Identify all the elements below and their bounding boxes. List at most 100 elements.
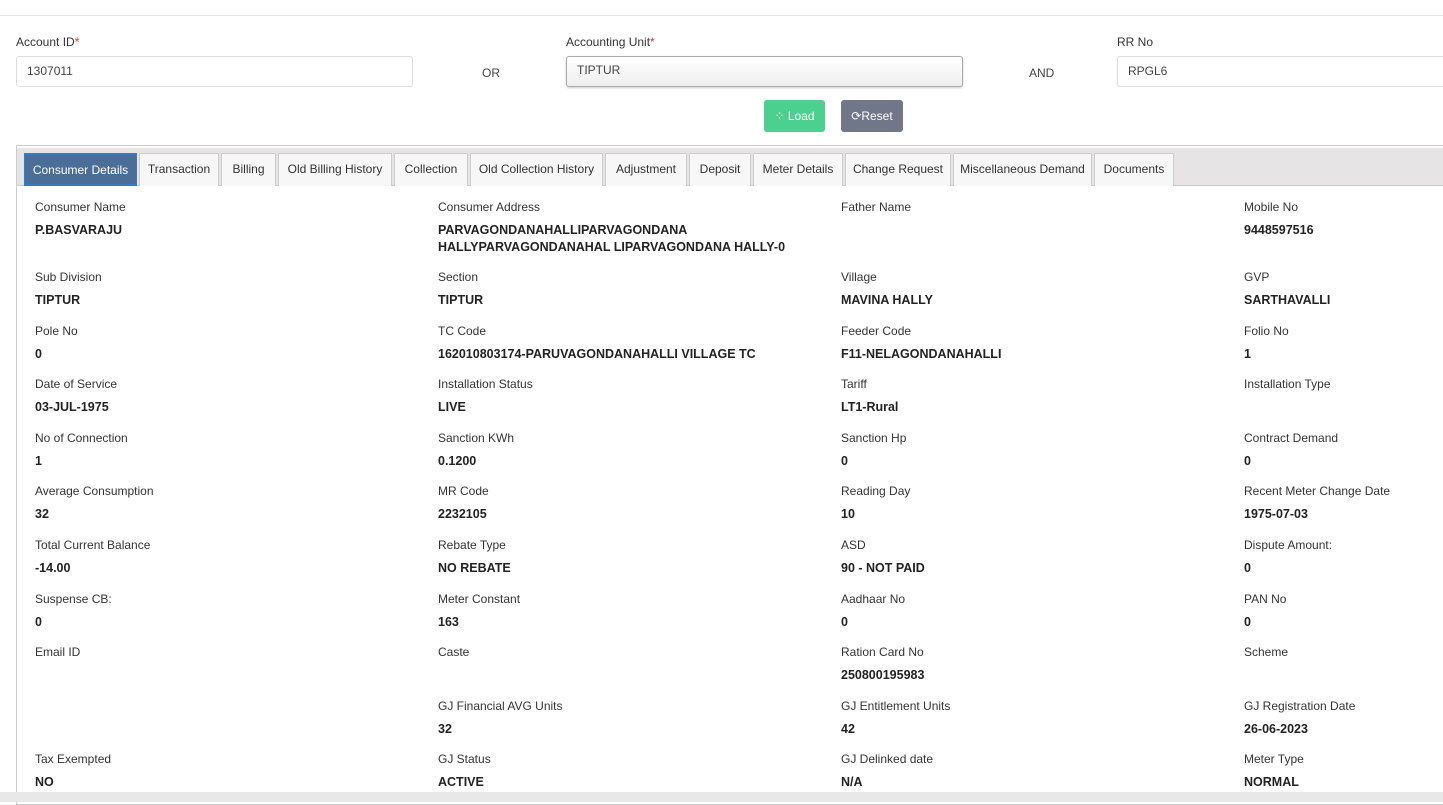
field-value: 0: [841, 453, 848, 468]
field: Tariff LT1-Rural: [841, 376, 1244, 430]
account-id-label: Account ID*: [16, 35, 80, 49]
consumer-details-grid: Consumer Name P.BASVARAJU Consumer Address…: [35, 199, 1443, 805]
field-label: Reading Day: [841, 484, 911, 499]
field: Installation Type: [1244, 376, 1443, 430]
field: Pole No 0: [35, 323, 438, 377]
field: Meter Constant 163: [438, 591, 841, 645]
field-value: 0: [841, 614, 848, 629]
field-value: 9448597516: [1244, 223, 1314, 237]
field-value: 2232105: [438, 507, 487, 522]
field-label: Tariff: [841, 377, 867, 392]
field: Email ID: [35, 644, 438, 698]
field-value: 0: [1244, 614, 1251, 629]
field: Folio No 1: [1244, 323, 1443, 377]
tab-change-request[interactable]: Change Request: [845, 153, 951, 186]
field-label: Mobile No: [1244, 200, 1299, 214]
field-row: Suspense CB: 0 Meter Constant 163 Aadhaar No…: [35, 591, 1443, 645]
field-label: Father Name: [841, 200, 912, 214]
account-id-input[interactable]: 1307011: [16, 56, 413, 87]
field-value: 1: [35, 453, 42, 468]
field: Recent Meter Change Date 1975-07-03: [1244, 483, 1443, 537]
field-value: 42: [841, 721, 855, 736]
field-label: PAN No: [1244, 591, 1287, 606]
field-value: 0: [35, 614, 42, 629]
field-value: 162010803174-PARUVAGONDANAHALLI VILLAGE …: [438, 346, 756, 361]
field-row: Consumer Name P.BASVARAJU Consumer Address…: [35, 199, 1443, 269]
field: ASD 90 - NOT PAID: [841, 537, 1244, 591]
field: Ration Card No 250800195983: [841, 644, 1244, 698]
tab-meter-details[interactable]: Meter Details: [753, 153, 843, 186]
field: GJ Entitlement Units 42: [841, 698, 1244, 752]
field-value: 0: [35, 346, 42, 361]
field-row: GJ Financial AVG Units 32 GJ Entitlement U…: [35, 698, 1443, 752]
field-value: P.BASVARAJU: [35, 223, 123, 237]
field-label: No of Connection: [35, 430, 128, 445]
field: Reading Day 10: [841, 483, 1244, 537]
field-label: Total Current Balance: [35, 537, 151, 552]
rr-no-input[interactable]: RPGL6: [1117, 56, 1443, 87]
field-value: TIPTUR: [35, 293, 81, 307]
field: Installation Status LIVE: [438, 376, 841, 430]
field: GVP SARTHAVALLI: [1244, 269, 1443, 323]
field: Sanction Hp 0: [841, 430, 1244, 484]
field-label: Village: [841, 270, 877, 284]
field-label: Recent Meter Change Date: [1244, 484, 1391, 499]
field-value: F11-NELAGONDANAHALLI: [841, 346, 1002, 361]
tab-old-collection-history[interactable]: Old Collection History: [470, 153, 603, 186]
reset-button[interactable]: ⟳Reset: [841, 100, 903, 132]
field-label: TC Code: [438, 323, 487, 338]
field: PAN No 0: [1244, 591, 1443, 645]
field-value: TIPTUR: [438, 293, 484, 307]
tab-documents[interactable]: Documents: [1094, 153, 1174, 186]
field: Section TIPTUR: [438, 269, 841, 323]
field-label: Average Consumption: [35, 484, 154, 499]
field-label: Sub Division: [35, 270, 102, 284]
field-row: Sub Division TIPTUR Section TIPTUR Village MA…: [35, 269, 1443, 323]
field-value: 1: [1244, 346, 1251, 361]
field-label: Contract Demand: [1244, 430, 1339, 445]
accounting-unit-select[interactable]: TIPTUR: [566, 56, 963, 87]
field-label: Installation Status: [438, 377, 533, 392]
tab-miscellaneous-demand[interactable]: Miscellaneous Demand: [953, 153, 1092, 186]
field-label: Consumer Address: [438, 200, 541, 214]
or-label: OR: [482, 66, 500, 80]
field-value: 32: [438, 721, 452, 736]
field-value: N/A: [841, 775, 863, 790]
spinner-icon: ⁘: [774, 109, 785, 123]
field: Caste: [438, 644, 841, 698]
tab-consumer-details[interactable]: Consumer Details: [24, 153, 137, 186]
load-button[interactable]: ⁘ Load: [764, 100, 825, 132]
field-row: Pole No 0 TC Code 162010803174-PARUVAGONDAN…: [35, 323, 1443, 377]
field-label: Dispute Amount:: [1244, 537, 1333, 552]
field-label: [35, 698, 438, 721]
field-label: Folio No: [1244, 323, 1289, 338]
tab-transaction[interactable]: Transaction: [139, 153, 219, 186]
field: Contract Demand 0: [1244, 430, 1443, 484]
tab-old-billing-history[interactable]: Old Billing History: [278, 153, 392, 186]
field-value: NO REBATE: [438, 560, 511, 575]
field-value: ACTIVE: [438, 775, 484, 790]
and-label: AND: [1029, 66, 1055, 80]
field: No of Connection 1: [35, 430, 438, 484]
field-label: Rebate Type: [438, 537, 506, 552]
field-label: Caste: [438, 645, 470, 660]
field-value: -14.00: [35, 560, 71, 575]
field-value: NORMAL: [1244, 775, 1299, 790]
field-label: Scheme: [1244, 645, 1289, 660]
field-label: Installation Type: [1244, 377, 1331, 392]
tab-adjustment[interactable]: Adjustment: [605, 153, 687, 186]
field: Scheme: [1244, 644, 1443, 698]
tab-collection[interactable]: Collection: [394, 153, 468, 186]
horizontal-scrollbar[interactable]: [0, 792, 1443, 802]
field-label: MR Code: [438, 484, 489, 499]
field-value: LIVE: [438, 400, 466, 415]
rr-no-label: RR No: [1117, 35, 1154, 49]
field-label: Aadhaar No: [841, 591, 906, 606]
field: Father Name: [841, 199, 1244, 269]
field: Average Consumption 32: [35, 483, 438, 537]
tab-deposit[interactable]: Deposit: [689, 153, 751, 186]
field: Aadhaar No 0: [841, 591, 1244, 645]
field-label: GJ Delinked date: [841, 752, 934, 767]
tab-billing[interactable]: Billing: [221, 153, 276, 186]
field-value: 0.1200: [438, 453, 477, 468]
